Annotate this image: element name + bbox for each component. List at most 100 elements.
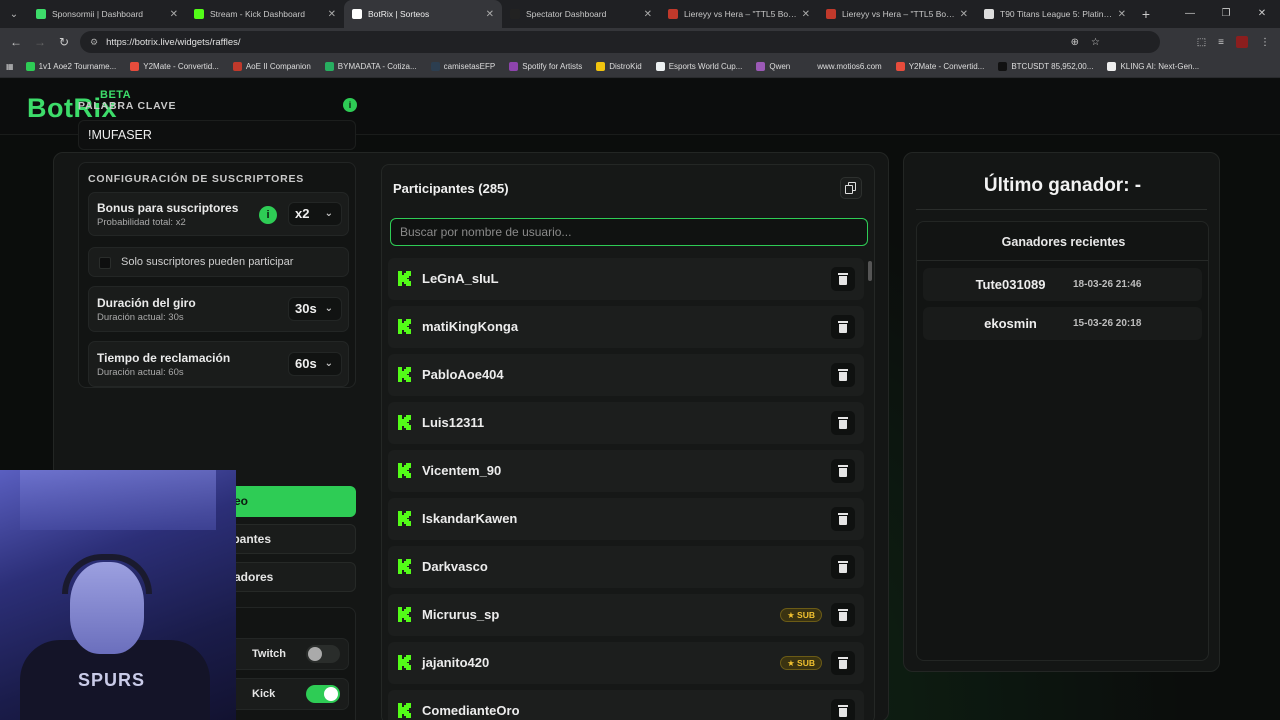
bookmark-item[interactable]: Spotify for Artists: [509, 62, 582, 71]
tab-close-icon[interactable]: ✕: [644, 9, 652, 20]
participant-name: Micrurus_sp: [422, 607, 500, 622]
claim-time-row: Tiempo de reclamación Duración actual: 6…: [88, 341, 349, 387]
browser-tab[interactable]: Spectator Dashboard ✕: [502, 0, 660, 28]
tab-search-icon[interactable]: ⌄: [0, 0, 28, 28]
delete-participant-button[interactable]: [831, 603, 855, 627]
tab-close-icon[interactable]: ✕: [802, 9, 810, 20]
window-controls: — ❐ ✕: [1172, 0, 1280, 28]
bookmark-item[interactable]: DistroKid: [596, 62, 642, 71]
tab-close-icon[interactable]: ✕: [486, 9, 494, 20]
new-tab-button[interactable]: +: [1134, 6, 1158, 22]
copy-button[interactable]: [840, 177, 862, 199]
delete-participant-button[interactable]: [831, 363, 855, 387]
forward-icon[interactable]: →: [28, 35, 52, 49]
delete-participant-button[interactable]: [831, 555, 855, 579]
sub-badge: ★ SUB: [780, 608, 822, 622]
restore-icon[interactable]: ❐: [1208, 0, 1244, 28]
spin-duration-select[interactable]: 30s ⌄: [288, 297, 342, 321]
bookmark-label: Spotify for Artists: [522, 62, 583, 71]
zoom-icon[interactable]: ⊕: [1071, 37, 1079, 48]
webcam-overlay: SPURS: [0, 470, 236, 720]
bookmark-item[interactable]: 1v1 Aoe2 Tourname...: [25, 62, 116, 71]
apps-grid-icon[interactable]: ▦: [6, 62, 14, 71]
minimize-icon[interactable]: —: [1172, 0, 1208, 28]
bookmark-item[interactable]: Y2Mate - Convertid...: [895, 62, 984, 71]
participant-name: IskandarKawen: [422, 511, 518, 526]
browser-tab[interactable]: Stream - Kick Dashboard ✕: [186, 0, 344, 28]
trash-icon: [838, 561, 848, 563]
delete-participant-button[interactable]: [831, 651, 855, 675]
twitch-toggle[interactable]: [306, 645, 340, 663]
bookmark-item[interactable]: BYMADATA - Cotiza...: [324, 62, 417, 71]
tab-close-icon[interactable]: ✕: [960, 9, 968, 20]
profile-avatar[interactable]: [1236, 36, 1248, 48]
bookmark-item[interactable]: AoE II Companion: [232, 62, 311, 71]
tab-close-icon[interactable]: ✕: [1118, 9, 1126, 20]
participant-name: Luis12311: [422, 415, 485, 430]
claim-time-select[interactable]: 60s ⌄: [288, 352, 342, 376]
bookmark-favicon-icon: [756, 62, 766, 71]
kick-icon: [398, 271, 412, 286]
url-field[interactable]: ⚙ https://botrix.live/widgets/raffles/ ⊕…: [80, 31, 1160, 53]
delete-participant-button[interactable]: [831, 411, 855, 435]
site-info-icon[interactable]: ⚙: [90, 37, 98, 48]
menu-icon[interactable]: ⋮: [1260, 37, 1270, 48]
participants-title: Participantes (285): [393, 181, 509, 196]
browser-tab[interactable]: BotRix | Sorteos ✕: [344, 0, 502, 28]
bookmark-item[interactable]: www.motios6.com: [804, 62, 882, 71]
browser-tab[interactable]: T90 Titans League 5: Platinum ✕: [976, 0, 1134, 28]
media-icon[interactable]: ≡: [1218, 37, 1224, 48]
tab-title: Sponsormii | Dashboard: [52, 9, 144, 19]
browser-tab[interactable]: Liereyy vs Hera – "TTL5 Bo7 Ci ✕: [818, 0, 976, 28]
reload-icon[interactable]: ↻: [52, 35, 76, 49]
bonus-select[interactable]: x2 ⌄: [288, 202, 342, 226]
toggle-knob: [308, 647, 322, 661]
info-icon[interactable]: i: [343, 98, 357, 112]
bonus-row: Bonus para suscriptores Probabilidad tot…: [88, 192, 349, 236]
close-window-icon[interactable]: ✕: [1244, 0, 1280, 28]
bookmark-item[interactable]: camisetasEFP: [430, 62, 495, 71]
tab-close-icon[interactable]: ✕: [170, 9, 178, 20]
bookmarks-bar: ▦ 1v1 Aoe2 Tourname... Y2Mate - Convertid…: [0, 56, 1280, 78]
trash-icon: [838, 609, 848, 611]
bookmark-label: Qwen: [769, 62, 791, 71]
info-icon[interactable]: i: [259, 206, 277, 224]
last-winner-title: Último ganador: -: [983, 175, 1142, 196]
extensions-icon[interactable]: ⬚: [1197, 37, 1206, 48]
kick-icon: [398, 511, 412, 526]
tab-strip: Sponsormii | Dashboard ✕ Stream - Kick Das…: [28, 0, 1134, 28]
participant-name: LeGnA_sIuL: [422, 271, 499, 286]
participant-row: IskandarKawen: [388, 498, 864, 540]
headset: [62, 554, 152, 594]
only-subs-row[interactable]: Solo suscriptores pueden participar: [88, 247, 349, 277]
shirt-text: SPURS: [78, 670, 146, 690]
tab-close-icon[interactable]: ✕: [328, 9, 336, 20]
delete-participant-button[interactable]: [831, 699, 855, 720]
bookmark-item[interactable]: Esports World Cup...: [655, 62, 742, 71]
delete-participant-button[interactable]: [831, 507, 855, 531]
scrollbar[interactable]: [868, 261, 872, 281]
bookmark-item[interactable]: KLING AI: Next-Gen...: [1107, 62, 1199, 71]
delete-participant-button[interactable]: [831, 267, 855, 291]
participant-row: Vicentem_90: [388, 450, 864, 492]
recent-winners-title: Ganadores recientes: [1001, 235, 1126, 249]
trash-icon-body: [839, 420, 847, 429]
delete-participant-button[interactable]: [831, 315, 855, 339]
tab-favicon-icon: [352, 9, 362, 19]
search-input[interactable]: [390, 218, 868, 246]
bookmark-item[interactable]: Qwen: [756, 62, 790, 71]
keyword-input[interactable]: !MUFASER: [78, 120, 356, 150]
browser-tab[interactable]: Sponsormii | Dashboard ✕: [28, 0, 186, 28]
spin-duration-title: Duración del giro: [97, 296, 196, 310]
delete-participant-button[interactable]: [831, 459, 855, 483]
kick-icon: [398, 415, 412, 430]
bookmark-star-icon[interactable]: ☆: [1091, 37, 1100, 48]
browser-tab[interactable]: Liereyy vs Hera – "TTL5 Bo7 Ma ✕: [660, 0, 818, 28]
bookmark-item[interactable]: Y2Mate - Convertid...: [130, 62, 219, 71]
bookmark-item[interactable]: BTCUSDT 85,952,00...: [998, 62, 1093, 71]
back-icon[interactable]: ←: [4, 35, 28, 49]
copy-icon-front: [845, 185, 853, 194]
kick-toggle[interactable]: [306, 685, 340, 703]
only-subs-checkbox[interactable]: [99, 257, 111, 269]
bonus-title: Bonus para suscriptores: [97, 201, 239, 215]
